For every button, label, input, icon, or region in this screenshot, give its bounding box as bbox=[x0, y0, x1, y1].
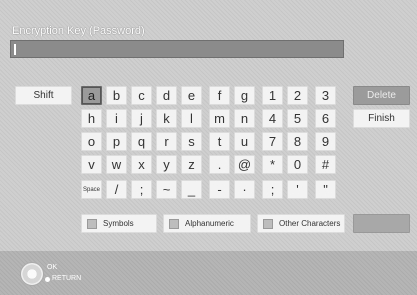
blank-side-key bbox=[353, 214, 410, 233]
key-row3-6[interactable]: u bbox=[234, 132, 255, 151]
key-row2-3[interactable]: k bbox=[156, 109, 177, 128]
key-row4-2[interactable]: x bbox=[131, 155, 152, 174]
key-row4-9[interactable]: # bbox=[315, 155, 336, 174]
key-row1-0[interactable]: a bbox=[81, 86, 102, 105]
shift-button[interactable]: Shift bbox=[15, 86, 72, 105]
key-row1-4[interactable]: e bbox=[181, 86, 202, 105]
return-icon bbox=[45, 277, 50, 282]
key-row5-8[interactable]: ' bbox=[287, 180, 308, 199]
key-row4-5[interactable]: . bbox=[209, 155, 230, 174]
key-row5-9[interactable]: " bbox=[315, 180, 336, 199]
key-row1-3[interactable]: d bbox=[156, 86, 177, 105]
key-row1-2[interactable]: c bbox=[131, 86, 152, 105]
key-row2-9[interactable]: 6 bbox=[315, 109, 336, 128]
ok-hint: OK bbox=[47, 264, 58, 271]
other-characters-swatch bbox=[263, 218, 273, 229]
key-row4-3[interactable]: y bbox=[156, 155, 177, 174]
delete-button[interactable]: Delete bbox=[353, 86, 410, 105]
key-row2-2[interactable]: j bbox=[131, 109, 152, 128]
return-hint: RETURN bbox=[52, 275, 82, 282]
key-row1-1[interactable]: b bbox=[106, 86, 127, 105]
other-characters-button[interactable]: Other Characters bbox=[257, 214, 345, 233]
key-row5-3[interactable]: ~ bbox=[156, 180, 177, 199]
key-row4-7[interactable]: * bbox=[262, 155, 283, 174]
other-characters-label: Other Characters bbox=[279, 219, 341, 228]
key-row3-4[interactable]: s bbox=[181, 132, 202, 151]
key-row5-6[interactable]: · bbox=[234, 180, 255, 199]
symbols-label: Symbols bbox=[103, 219, 134, 228]
finish-button[interactable]: Finish bbox=[353, 109, 410, 128]
key-row2-4[interactable]: l bbox=[181, 109, 202, 128]
password-input[interactable] bbox=[10, 40, 344, 58]
key-row3-8[interactable]: 8 bbox=[287, 132, 308, 151]
navigation-pad-icon bbox=[20, 262, 44, 286]
key-row4-0[interactable]: v bbox=[81, 155, 102, 174]
key-row1-9[interactable]: 3 bbox=[315, 86, 336, 105]
key-row5-2[interactable]: ; bbox=[131, 180, 152, 199]
key-row2-7[interactable]: 4 bbox=[262, 109, 283, 128]
page-title: Encryption Key (Password) bbox=[12, 25, 145, 37]
key-row3-3[interactable]: r bbox=[156, 132, 177, 151]
key-row5-5[interactable]: - bbox=[209, 180, 230, 199]
key-row2-6[interactable]: n bbox=[234, 109, 255, 128]
alphanumeric-swatch bbox=[169, 218, 179, 229]
symbols-button[interactable]: Symbols bbox=[81, 214, 157, 233]
alphanumeric-button[interactable]: Alphanumeric bbox=[163, 214, 251, 233]
key-row2-5[interactable]: m bbox=[209, 109, 230, 128]
key-row1-5[interactable]: f bbox=[209, 86, 230, 105]
key-row4-6[interactable]: @ bbox=[234, 155, 255, 174]
key-row5-7[interactable]: ; bbox=[262, 180, 283, 199]
key-row4-4[interactable]: z bbox=[181, 155, 202, 174]
key-row1-7[interactable]: 1 bbox=[262, 86, 283, 105]
key-row3-5[interactable]: t bbox=[209, 132, 230, 151]
key-row2-0[interactable]: h bbox=[81, 109, 102, 128]
alphanumeric-label: Alphanumeric bbox=[185, 219, 234, 228]
key-row3-7[interactable]: 7 bbox=[262, 132, 283, 151]
key-row5-0[interactable]: Space bbox=[81, 180, 102, 199]
key-row5-1[interactable]: / bbox=[106, 180, 127, 199]
key-row5-4[interactable]: _ bbox=[181, 180, 202, 199]
key-row4-8[interactable]: 0 bbox=[287, 155, 308, 174]
key-row3-0[interactable]: o bbox=[81, 132, 102, 151]
key-row3-9[interactable]: 9 bbox=[315, 132, 336, 151]
key-row3-1[interactable]: p bbox=[106, 132, 127, 151]
footer-bar bbox=[0, 251, 417, 295]
keyboard-screen: Encryption Key (Password) Shift Delete F… bbox=[0, 0, 417, 295]
key-row2-8[interactable]: 5 bbox=[287, 109, 308, 128]
key-row1-8[interactable]: 2 bbox=[287, 86, 308, 105]
symbols-swatch bbox=[87, 218, 97, 229]
key-row4-1[interactable]: w bbox=[106, 155, 127, 174]
text-cursor bbox=[14, 44, 16, 55]
key-row2-1[interactable]: i bbox=[106, 109, 127, 128]
key-row3-2[interactable]: q bbox=[131, 132, 152, 151]
key-row1-6[interactable]: g bbox=[234, 86, 255, 105]
